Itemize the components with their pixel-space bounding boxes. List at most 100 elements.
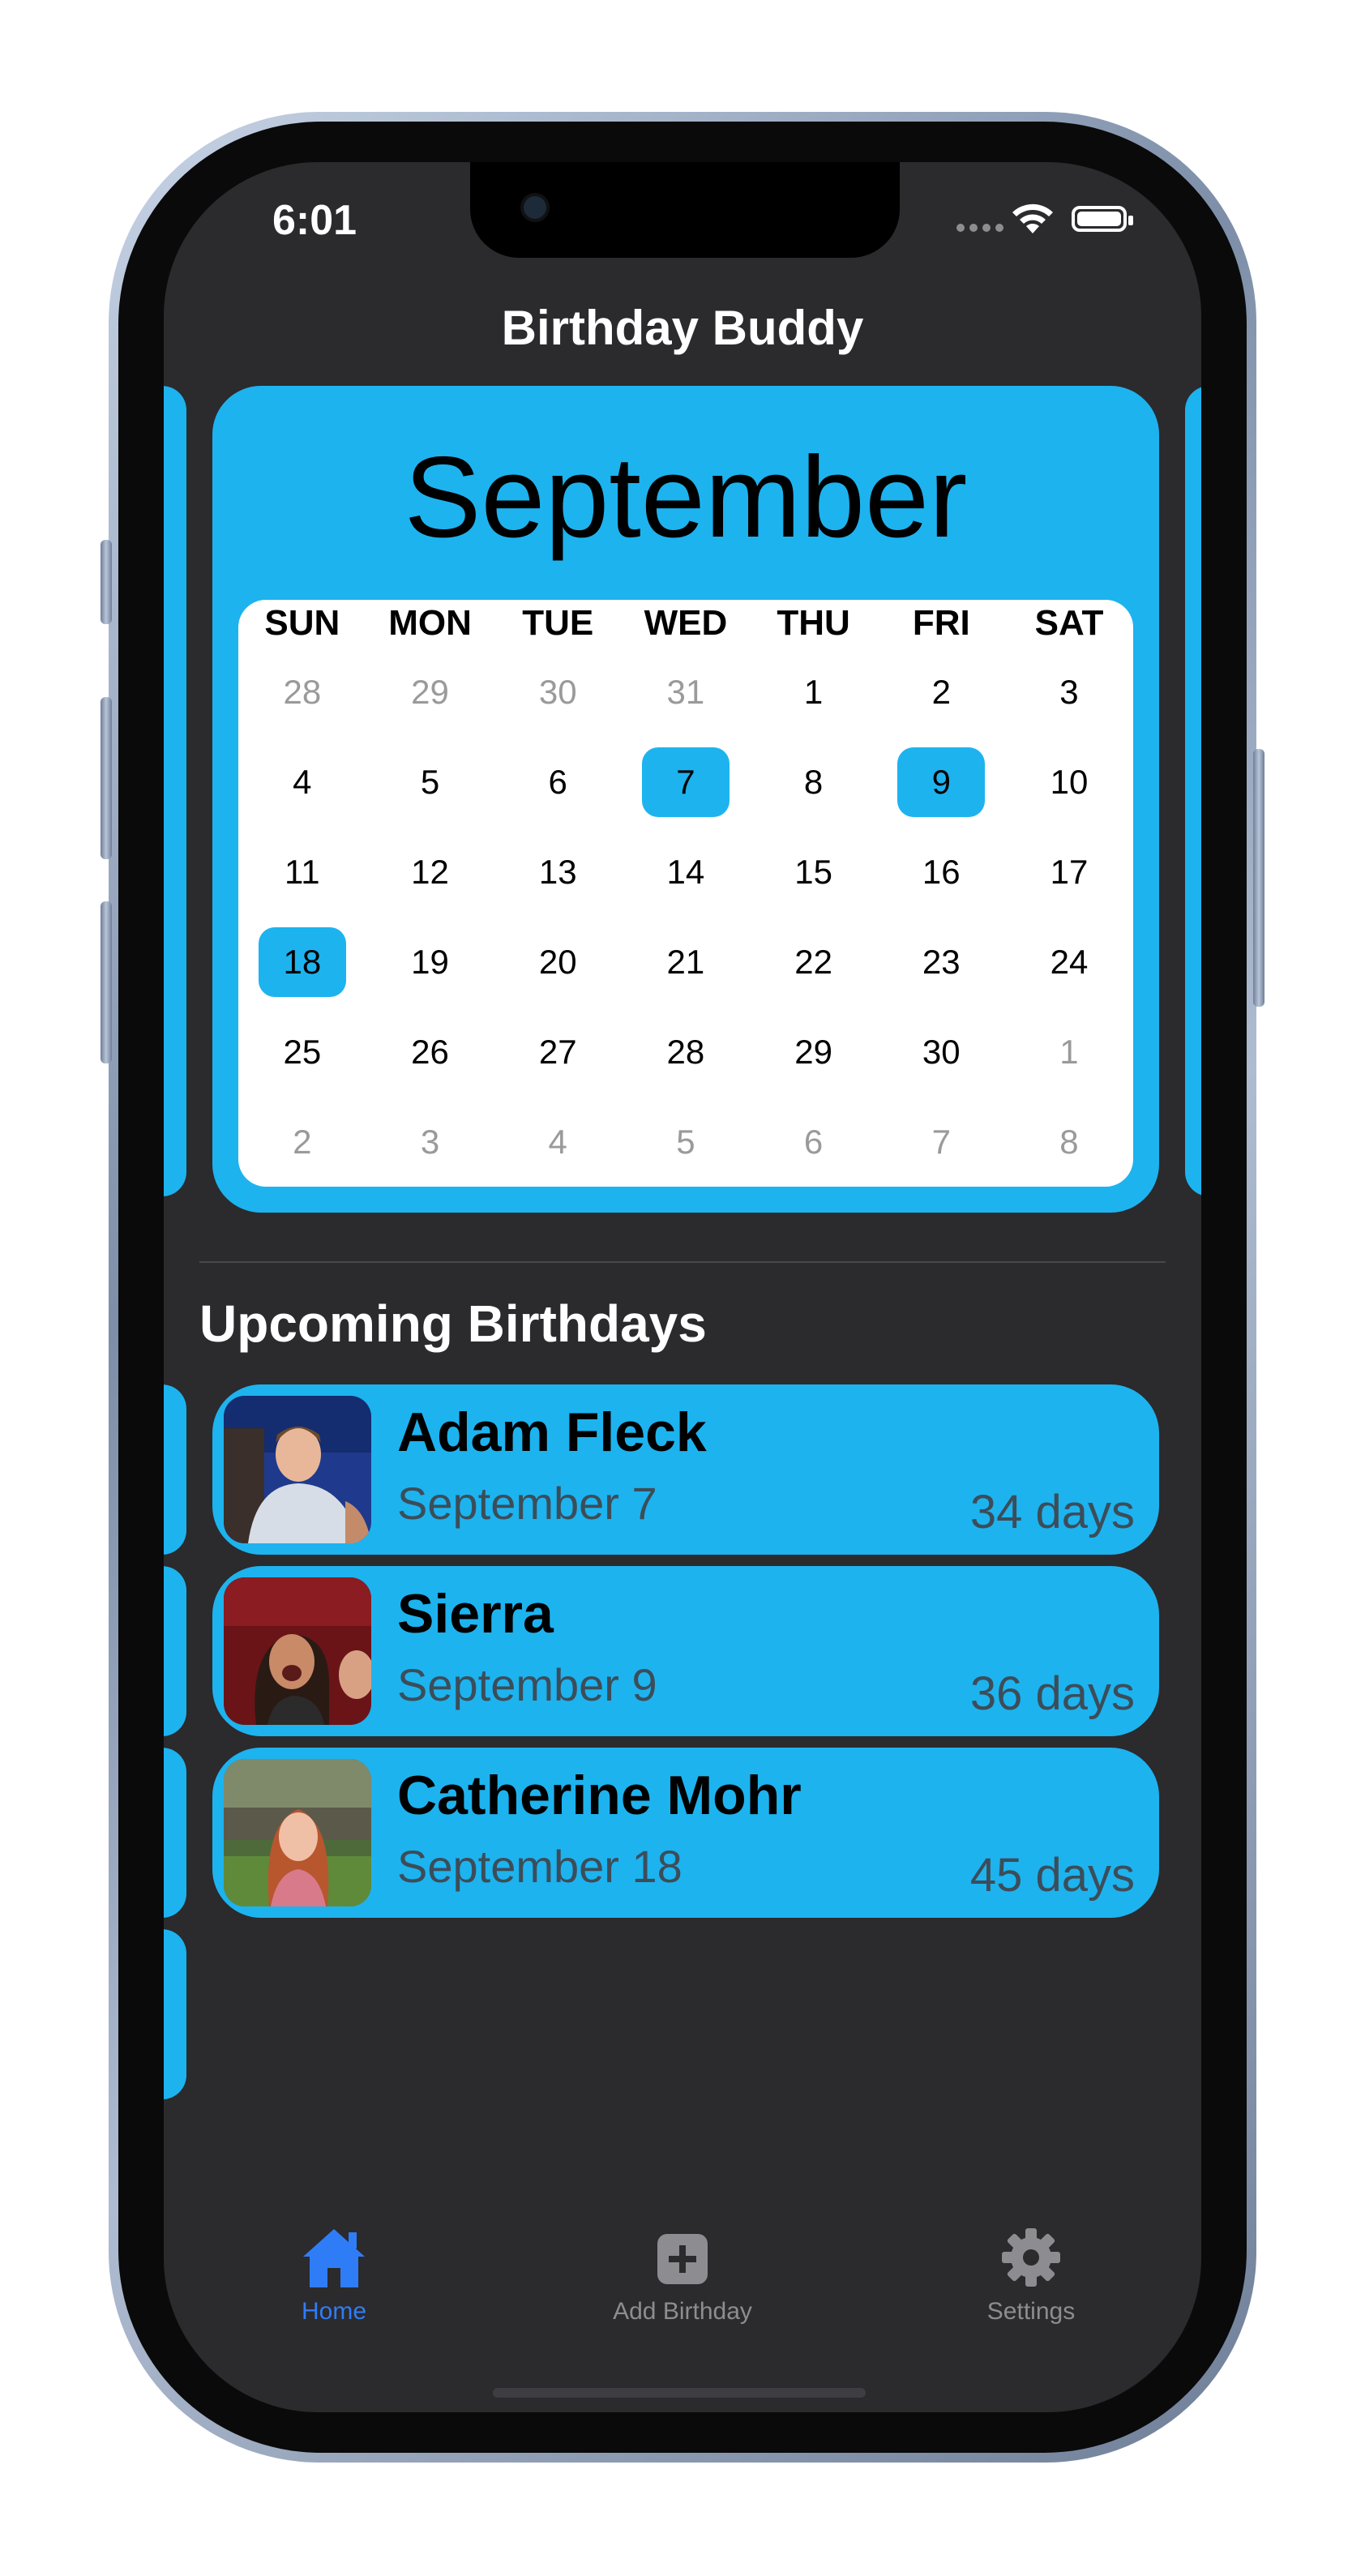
power-button bbox=[1253, 749, 1264, 1007]
calendar-day-number: 25 bbox=[283, 1032, 322, 1071]
birthday-card[interactable]: Adam Fleck September 7 34 days bbox=[212, 1384, 1159, 1555]
calendar-day[interactable]: 30 bbox=[877, 1007, 1005, 1097]
calendar-day[interactable]: 20 bbox=[494, 917, 622, 1007]
swipe-action-peek[interactable] bbox=[164, 1929, 186, 2099]
calendar-day-number: 8 bbox=[803, 762, 824, 801]
calendar-day[interactable]: 24 bbox=[1005, 917, 1133, 1007]
volume-up-button bbox=[101, 697, 112, 859]
calendar-day[interactable]: 7 bbox=[877, 1097, 1005, 1187]
calendar-day[interactable]: 13 bbox=[494, 827, 622, 917]
calendar-day[interactable]: 3 bbox=[366, 1097, 494, 1187]
calendar-day-number: 30 bbox=[538, 672, 577, 711]
calendar-day-number: 9 bbox=[897, 747, 986, 817]
calendar-day[interactable]: 19 bbox=[366, 917, 494, 1007]
calendar-day[interactable]: 4 bbox=[494, 1097, 622, 1187]
calendar-day-number: 1 bbox=[803, 672, 824, 711]
tab-add-birthday[interactable]: Add Birthday bbox=[577, 2226, 788, 2326]
birthday-date: September 18 bbox=[397, 1841, 682, 1892]
calendar-day-number: 5 bbox=[676, 1122, 695, 1161]
month-calendar-card[interactable]: September SUN MON TUE WED THU FRI SAT 28 29 30 31… bbox=[212, 386, 1159, 1213]
calendar-day[interactable]: 10 bbox=[1005, 737, 1133, 827]
notch bbox=[470, 162, 900, 258]
calendar-week-row: 4 5 6 7 8 9 10 bbox=[238, 737, 1133, 827]
birthday-date: September 7 bbox=[397, 1478, 657, 1529]
calendar-day[interactable]: 6 bbox=[494, 737, 622, 827]
calendar-day-number: 12 bbox=[411, 852, 449, 891]
plus-square-icon bbox=[657, 2234, 708, 2284]
swipe-action-peek[interactable] bbox=[164, 1384, 186, 1555]
calendar-day-number: 22 bbox=[794, 942, 832, 981]
tab-label: Home bbox=[301, 2298, 367, 2325]
calendar-day[interactable]: 15 bbox=[750, 827, 878, 917]
calendar-day-number: 7 bbox=[931, 1122, 951, 1161]
calendar-day-number: 3 bbox=[420, 1122, 440, 1161]
calendar-day[interactable]: 30 bbox=[494, 647, 622, 737]
calendar-day[interactable]: 14 bbox=[622, 827, 750, 917]
calendar-week-row: 18 19 20 21 22 23 24 bbox=[238, 917, 1133, 1007]
contact-name: Catherine Mohr bbox=[397, 1765, 802, 1826]
calendar-day[interactable]: 23 bbox=[877, 917, 1005, 1007]
calendar-day-number: 14 bbox=[666, 852, 705, 891]
nav-title: Birthday Buddy bbox=[501, 301, 864, 355]
calendar-day[interactable]: 16 bbox=[877, 827, 1005, 917]
calendar-day-number: 31 bbox=[666, 672, 705, 711]
calendar-day-birthday[interactable]: 18 bbox=[238, 917, 366, 1007]
calendar-day-number: 20 bbox=[538, 942, 577, 981]
calendar-day[interactable]: 2 bbox=[238, 1097, 366, 1187]
calendar-day[interactable]: 29 bbox=[750, 1007, 878, 1097]
calendar-day[interactable]: 1 bbox=[1005, 1007, 1133, 1097]
tab-home[interactable]: Home bbox=[229, 2226, 439, 2326]
calendar-day-birthday[interactable]: 9 bbox=[877, 737, 1005, 827]
weekday-label: MON bbox=[388, 603, 472, 643]
calendar-day[interactable]: 25 bbox=[238, 1007, 366, 1097]
calendar-day-number: 6 bbox=[548, 762, 567, 801]
calendar-day-number: 4 bbox=[293, 762, 312, 801]
calendar-day-number: 4 bbox=[548, 1122, 567, 1161]
birthday-card[interactable]: Sierra September 9 36 days bbox=[212, 1566, 1159, 1736]
birthday-card[interactable]: Catherine Mohr September 18 45 days bbox=[212, 1748, 1159, 1918]
next-month-card-peek[interactable] bbox=[1185, 386, 1201, 1196]
weekday-label: WED bbox=[644, 603, 728, 643]
calendar-day[interactable]: 4 bbox=[238, 737, 366, 827]
calendar-day[interactable]: 17 bbox=[1005, 827, 1133, 917]
calendar-day[interactable]: 5 bbox=[622, 1097, 750, 1187]
calendar-day[interactable]: 8 bbox=[1005, 1097, 1133, 1187]
calendar-day[interactable]: 26 bbox=[366, 1007, 494, 1097]
calendar-day[interactable]: 28 bbox=[238, 647, 366, 737]
calendar-day-number: 23 bbox=[922, 942, 961, 981]
calendar-day[interactable]: 22 bbox=[750, 917, 878, 1007]
calendar-day[interactable]: 31 bbox=[622, 647, 750, 737]
tab-settings[interactable]: Settings bbox=[926, 2226, 1136, 2326]
calendar-day[interactable]: 29 bbox=[366, 647, 494, 737]
calendar-week-row: 25 26 27 28 29 30 1 bbox=[238, 1007, 1133, 1097]
calendar-day[interactable]: 21 bbox=[622, 917, 750, 1007]
calendar-day[interactable]: 28 bbox=[622, 1007, 750, 1097]
calendar-day-number: 27 bbox=[538, 1032, 577, 1071]
calendar-day-birthday[interactable]: 7 bbox=[622, 737, 750, 827]
calendar-day[interactable]: 12 bbox=[366, 827, 494, 917]
calendar-day[interactable]: 11 bbox=[238, 827, 366, 917]
calendar-day-number: 28 bbox=[666, 1032, 705, 1071]
calendar-day-number: 16 bbox=[922, 852, 961, 891]
calendar-day[interactable]: 3 bbox=[1005, 647, 1133, 737]
calendar-day-number: 6 bbox=[803, 1122, 824, 1161]
calendar-day-number: 15 bbox=[794, 852, 832, 891]
swipe-action-peek[interactable] bbox=[164, 1566, 186, 1736]
calendar-day-number: 7 bbox=[641, 747, 730, 817]
days-until: 34 days bbox=[969, 1486, 1135, 1538]
swipe-action-peek[interactable] bbox=[164, 1748, 186, 1918]
calendar-day[interactable]: 2 bbox=[877, 647, 1005, 737]
weekday-label: THU bbox=[777, 603, 850, 643]
app-screen: 6:01 Birthday Buddy September SUN MON TUE W… bbox=[164, 162, 1201, 2412]
calendar-day[interactable]: 27 bbox=[494, 1007, 622, 1097]
calendar-day[interactable]: 1 bbox=[750, 647, 878, 737]
prev-month-card-peek[interactable] bbox=[164, 386, 186, 1196]
weekday-label: TUE bbox=[522, 603, 594, 643]
calendar-days: 28 29 30 31 1 2 3 4 5 6 7 8 9 10 11 12 13 14 15 16 17 18 19 20 2… bbox=[238, 647, 1133, 1187]
calendar-week-row: 2 3 4 5 6 7 8 bbox=[238, 1097, 1133, 1187]
calendar-day-number: 19 bbox=[411, 942, 449, 981]
calendar-day[interactable]: 8 bbox=[750, 737, 878, 827]
calendar-day[interactable]: 6 bbox=[750, 1097, 878, 1187]
calendar-day-number: 2 bbox=[293, 1122, 312, 1161]
calendar-day[interactable]: 5 bbox=[366, 737, 494, 827]
